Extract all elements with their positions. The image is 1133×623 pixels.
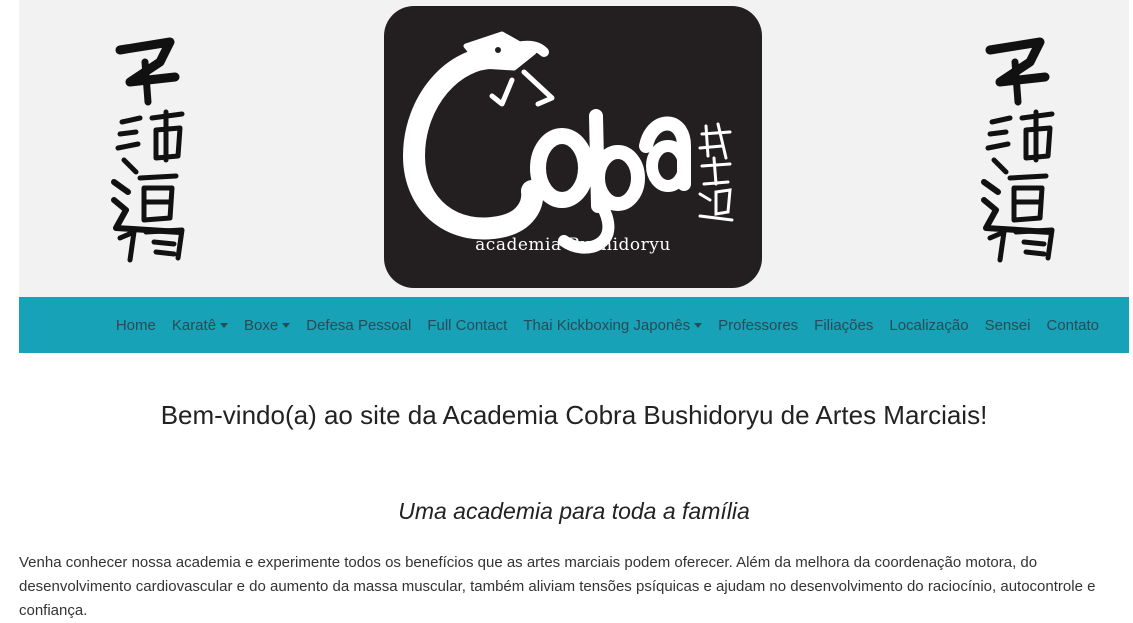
family-subtitle: Uma academia para toda a família: [398, 498, 750, 524]
nav-item-contato[interactable]: Contato: [1038, 317, 1107, 334]
nav-item-sensei[interactable]: Sensei: [977, 317, 1039, 334]
nav-item-label: Karatê: [171, 316, 217, 334]
welcome-heading: Bem-vindo(a) ao site da Academia Cobra B…: [160, 400, 988, 430]
nav-item-label: Professores: [718, 316, 799, 334]
dropdown-caret-icon: [694, 322, 703, 328]
logo-tagline: academia Bushidoryu: [475, 235, 671, 255]
nav-list: Home Karatê Boxe Defesa Pessoal Full Con…: [108, 297, 1107, 353]
nav-item-label: Full Contact: [427, 316, 508, 334]
nav-item-label: Boxe: [244, 316, 279, 334]
dropdown-caret-icon: [220, 322, 229, 328]
nav-item-boxe[interactable]: Boxe: [236, 317, 298, 334]
nav-item-label: Contato: [1046, 316, 1099, 334]
nav-item-label: Thai Kickboxing Japonês: [523, 316, 691, 334]
nav-item-label: Sensei: [984, 316, 1031, 334]
nav-item-home[interactable]: Home: [108, 317, 164, 334]
academy-logo[interactable]: academia Bushidoryu: [384, 6, 762, 288]
nav-item-label: Defesa Pessoal: [306, 316, 412, 334]
nav-item-localizacao[interactable]: Localização: [881, 317, 976, 334]
intro-paragraph: Venha conhecer nossa academia e experime…: [19, 554, 1096, 619]
nav-item-label: Localização: [889, 316, 969, 334]
nav-item-filiacoes[interactable]: Filiações: [806, 317, 881, 334]
nav-item-thai-kickboxing[interactable]: Thai Kickboxing Japonês: [515, 317, 710, 334]
nav-item-karate[interactable]: Karatê: [164, 317, 236, 334]
nav-item-professores[interactable]: Professores: [710, 317, 806, 334]
main-navbar: Home Karatê Boxe Defesa Pessoal Full Con…: [19, 297, 1129, 353]
kanji-calligraphy-icon: [981, 37, 1055, 263]
header-banner: academia Bushidoryu: [19, 0, 1129, 297]
kanji-calligraphy-icon: [111, 37, 185, 263]
nav-item-label: Filiações: [814, 316, 874, 334]
nav-item-label: Home: [115, 316, 156, 334]
nav-item-full-contact[interactable]: Full Contact: [419, 317, 515, 334]
nav-item-defesa-pessoal[interactable]: Defesa Pessoal: [298, 317, 419, 334]
dropdown-caret-icon: [282, 322, 291, 328]
